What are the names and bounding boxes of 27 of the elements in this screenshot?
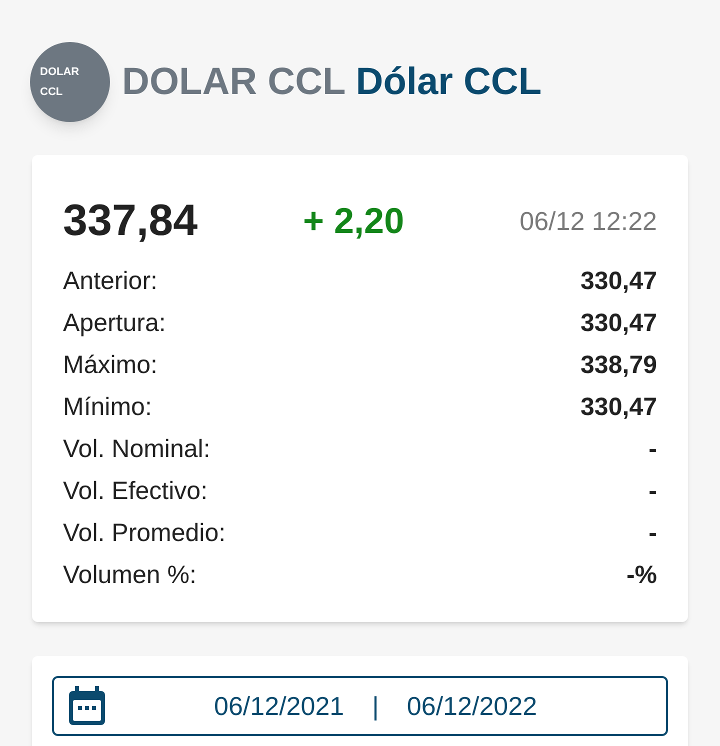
calendar-icon bbox=[68, 686, 106, 726]
date-range-field[interactable]: 06/12/2021 | 06/12/2022 bbox=[52, 676, 668, 736]
row-value: - bbox=[648, 476, 657, 508]
avatar-badge: DOLAR CCL bbox=[30, 42, 110, 122]
row-value: 330,47 bbox=[580, 392, 657, 424]
row-value: 338,79 bbox=[580, 350, 657, 382]
row-value: -% bbox=[626, 560, 657, 592]
start-date: 06/12/2021 bbox=[214, 690, 344, 722]
row-value: 330,47 bbox=[580, 308, 657, 340]
row-value: 330,47 bbox=[580, 266, 657, 298]
price-value: 337,84 bbox=[63, 195, 199, 247]
row-label: Mínimo: bbox=[63, 392, 152, 424]
row-label: Volumen %: bbox=[63, 560, 196, 592]
row-label: Vol. Efectivo: bbox=[63, 476, 208, 508]
instrument-name: Dólar CCL bbox=[356, 60, 542, 104]
change-value: + 2,20 bbox=[303, 199, 404, 243]
range-separator: | bbox=[372, 690, 379, 722]
row-label: Anterior: bbox=[63, 266, 158, 298]
row-value: - bbox=[648, 518, 657, 550]
row-label: Vol. Promedio: bbox=[63, 518, 226, 550]
end-date: 06/12/2022 bbox=[406, 690, 538, 722]
row-label: Apertura: bbox=[63, 308, 166, 340]
row-label: Vol. Nominal: bbox=[63, 434, 210, 466]
ticker-title: DOLAR CCL bbox=[122, 60, 346, 104]
row-label: Máximo: bbox=[63, 350, 158, 382]
row-value: - bbox=[648, 434, 657, 466]
quote-time: 06/12 12:22 bbox=[520, 204, 657, 238]
